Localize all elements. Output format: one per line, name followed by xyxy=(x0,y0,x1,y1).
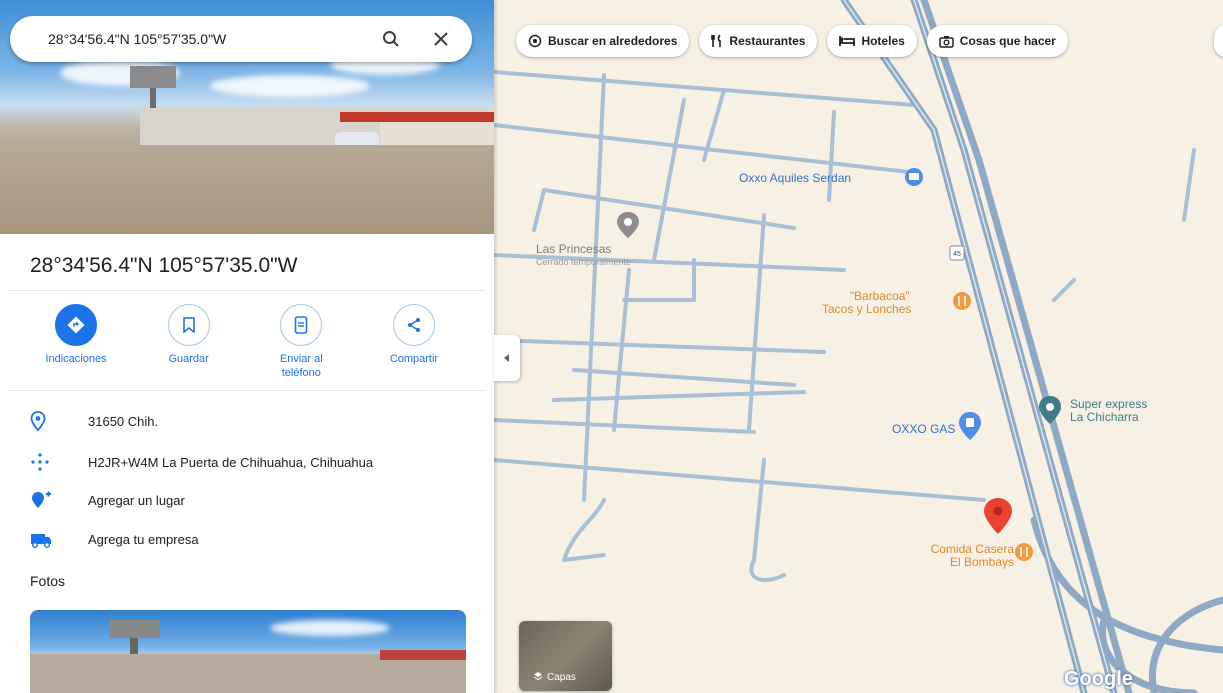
save-button[interactable]: Guardar xyxy=(143,304,235,380)
plus-code-row[interactable]: H2JR+W4M La Puerta de Chihuahua, Chihuah… xyxy=(30,450,373,474)
map-canvas[interactable]: 45 xyxy=(494,0,1223,693)
chip-label: Hoteles xyxy=(861,34,905,48)
send-to-phone-icon xyxy=(280,304,323,346)
search-box[interactable]: 28°34'56.4"N 105°57'35.0"W xyxy=(10,16,472,62)
directions-label: Indicaciones xyxy=(45,353,107,365)
chip-things-to-do[interactable]: Cosas que hacer xyxy=(926,25,1068,57)
search-input[interactable]: 28°34'56.4"N 105°57'35.0"W xyxy=(48,31,374,47)
location-pin-icon xyxy=(30,409,58,433)
bookmark-icon xyxy=(167,304,210,346)
poi-status: Cerrado temporalmente xyxy=(536,257,632,267)
las-princesas-marker[interactable] xyxy=(617,212,639,238)
super-express-marker[interactable] xyxy=(1039,396,1061,424)
share-label: Compartir xyxy=(389,353,439,365)
business-icon xyxy=(30,527,58,551)
comida-casera-marker[interactable] xyxy=(1015,543,1033,561)
oxxo-aquiles-marker[interactable] xyxy=(905,168,923,186)
layers-icon xyxy=(533,671,543,684)
poi-label-oxxo-aquiles[interactable]: Oxxo Aquiles Serdan xyxy=(739,172,851,185)
share-icon xyxy=(392,304,435,346)
google-logo: Google xyxy=(1064,668,1133,690)
poi-name-line2: Tacos y Lonches xyxy=(822,302,912,316)
close-icon[interactable] xyxy=(424,22,458,56)
layers-label-wrap: Capas xyxy=(533,671,576,684)
map-roads: 45 xyxy=(494,0,1223,693)
add-business-label: Agrega tu empresa xyxy=(88,531,199,547)
chip-label: Cosas que hacer xyxy=(959,34,1056,48)
restaurant-icon xyxy=(711,34,723,48)
action-bar: Indicaciones Guardar Enviar al teléfono … xyxy=(30,304,460,380)
collapse-panel-button[interactable] xyxy=(494,335,520,381)
chevron-left-icon xyxy=(504,349,510,367)
barbacoa-marker[interactable] xyxy=(953,292,971,310)
page-title: 28°34'56.4"N 105°57'35.0"W xyxy=(30,254,298,277)
poi-label-barbacoa[interactable]: "Barbacoa" Tacos y Lonches xyxy=(822,290,911,316)
address-row[interactable]: 31650 Chih. xyxy=(30,409,158,433)
save-label: Guardar xyxy=(168,353,209,365)
poi-name-line2: El Bombays xyxy=(949,555,1014,569)
poi-label-super-express[interactable]: Super express La Chicharra xyxy=(1070,398,1147,424)
plus-code-icon xyxy=(30,450,58,474)
send-to-phone-button[interactable]: Enviar al teléfono xyxy=(255,304,347,380)
divider xyxy=(8,390,486,391)
add-place-row[interactable]: Agregar un lugar xyxy=(30,488,185,512)
plus-code: H2JR+W4M La Puerta de Chihuahua, Chihuah… xyxy=(88,454,374,470)
layers-label: Capas xyxy=(547,672,576,683)
poi-label-comida-casera[interactable]: Comida Casera El Bombays xyxy=(888,543,1014,569)
poi-name: Las Princesas xyxy=(536,242,612,256)
nearby-icon xyxy=(528,34,542,48)
hotel-icon xyxy=(839,35,856,47)
poi-label-las-princesas[interactable]: Las Princesas Cerrado temporalmente xyxy=(536,243,631,269)
highway-shield-label: 45 xyxy=(953,251,961,258)
oxxo-gas-marker[interactable] xyxy=(959,412,981,440)
add-location-icon xyxy=(30,488,58,512)
chip-label: Restaurantes xyxy=(729,34,806,48)
layers-button[interactable]: Capas xyxy=(519,621,612,691)
send-to-phone-label: Enviar al teléfono xyxy=(279,353,323,379)
divider xyxy=(8,290,486,291)
share-button[interactable]: Compartir xyxy=(368,304,460,380)
chip-nearby[interactable]: Buscar en alrededores xyxy=(516,25,690,57)
place-panel: 28°34'56.4"N 105°57'35.0"W 28°34'56.4"N … xyxy=(0,0,494,693)
directions-button[interactable]: Indicaciones xyxy=(30,304,122,380)
chip-label: Buscar en alrededores xyxy=(548,34,678,48)
add-business-row[interactable]: Agrega tu empresa xyxy=(30,527,199,551)
photos-heading: Fotos xyxy=(30,573,66,589)
category-chips: Buscar en alrededores Restaurantes Hotel… xyxy=(516,25,1068,57)
poi-name-line2: La Chicharra xyxy=(1070,410,1139,424)
search-icon[interactable] xyxy=(374,22,408,56)
chip-hotels[interactable]: Hoteles xyxy=(827,25,917,57)
camera-icon xyxy=(939,35,954,48)
dropped-pin-marker[interactable] xyxy=(984,498,1012,534)
postal-code: 31650 Chih. xyxy=(88,413,159,429)
poi-label-oxxo-gas[interactable]: OXXO GAS xyxy=(892,423,955,436)
photo-thumbnail[interactable] xyxy=(30,610,466,693)
chip-restaurants[interactable]: Restaurantes xyxy=(699,25,818,57)
add-place-label: Agregar un lugar xyxy=(88,492,185,508)
directions-icon xyxy=(55,304,97,346)
